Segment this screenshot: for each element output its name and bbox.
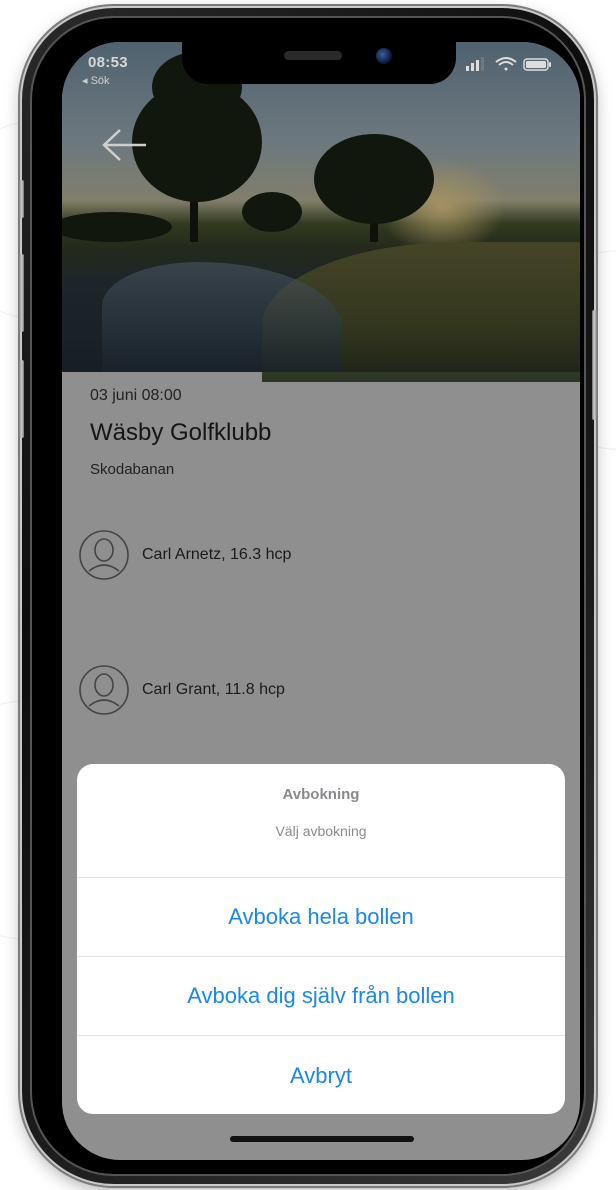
user-avatar-icon xyxy=(79,530,129,580)
front-camera xyxy=(376,48,392,64)
action-sheet-header: Avbokning Välj avbokning xyxy=(77,764,565,878)
app-screen: 08:53 ◂ Sök 03 juni 08:00 Wäsby Golfklub… xyxy=(62,42,580,1160)
wifi-icon xyxy=(495,57,517,71)
course-hero-image xyxy=(62,42,580,382)
player-row[interactable]: Carl Arnetz, 16.3 hcp xyxy=(78,527,291,583)
action-sheet-title: Avbokning xyxy=(282,786,360,803)
club-name: Wäsby Golfklubb xyxy=(90,419,272,446)
cancel-whole-group-button[interactable]: Avboka hela bollen xyxy=(77,878,565,957)
booking-date: 03 juni 08:00 xyxy=(90,387,182,404)
power-button xyxy=(592,310,597,420)
notch xyxy=(182,42,456,84)
course-name: Skodabanan xyxy=(90,461,175,478)
player-row[interactable]: Carl Grant, 11.8 hcp xyxy=(78,662,285,718)
action-sheet-message: Välj avbokning xyxy=(275,823,367,839)
user-avatar-icon xyxy=(79,665,129,715)
home-indicator[interactable] xyxy=(230,1136,414,1142)
battery-icon xyxy=(523,58,551,71)
volume-up-button xyxy=(19,254,24,332)
status-time: 08:53 xyxy=(88,54,128,71)
stage: 08:53 ◂ Sök 03 juni 08:00 Wäsby Golfklub… xyxy=(0,0,616,1190)
status-back-link[interactable]: ◂ Sök xyxy=(82,74,110,87)
silent-switch xyxy=(19,180,24,218)
arrow-left-icon[interactable] xyxy=(100,128,148,162)
volume-down-button xyxy=(19,360,24,438)
status-icons xyxy=(466,57,551,71)
player-name: Carl Grant, 11.8 hcp xyxy=(142,681,285,698)
booking-info: 03 juni 08:00 Wäsby Golfklubb Skodabanan xyxy=(90,387,271,478)
cancel-self-button[interactable]: Avboka dig själv från bollen xyxy=(77,957,565,1036)
abort-button[interactable]: Avbryt xyxy=(77,1036,565,1114)
player-name: Carl Arnetz, 16.3 hcp xyxy=(142,546,292,563)
cancellation-action-sheet: Avbokning Välj avbokning Avboka hela bol… xyxy=(77,764,565,1114)
speaker xyxy=(284,51,342,60)
hero-dim-overlay xyxy=(62,42,580,372)
signal-icon xyxy=(466,57,484,71)
